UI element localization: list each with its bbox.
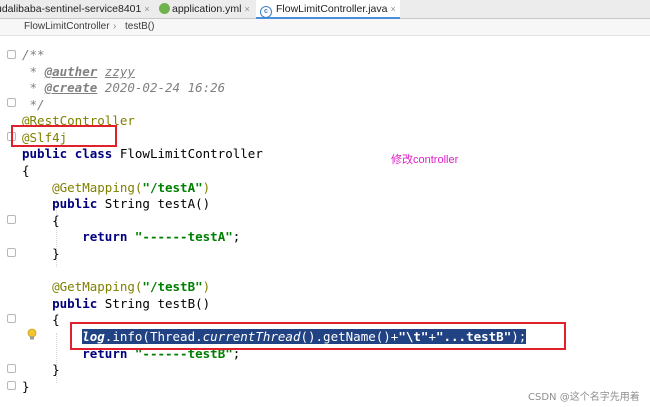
watermark: CSDN @这个名字先用着 — [528, 392, 640, 403]
editor-tab-bar: udalibaba-sentinel-service8401 × applicat… — [0, 0, 650, 19]
code-line: { — [22, 163, 30, 178]
tab-label: FlowLimitController.java — [276, 3, 388, 15]
code-line: } — [52, 246, 60, 261]
java-class-icon: c — [260, 6, 272, 18]
code-line: @GetMapping("/testB") — [52, 279, 211, 294]
close-icon[interactable]: × — [244, 4, 249, 14]
slf4j-highlight-box — [11, 125, 117, 147]
yaml-file-icon — [159, 3, 170, 14]
close-icon[interactable]: × — [144, 4, 149, 14]
breadcrumb: FlowLimitController › testB() — [0, 19, 650, 36]
code-editor[interactable]: /** * @auther zzyy * @create 2020-02-24 … — [0, 36, 650, 407]
tab-label: udalibaba-sentinel-service8401 — [0, 3, 142, 15]
close-icon[interactable]: × — [390, 4, 395, 14]
ide-window: udalibaba-sentinel-service8401 × applicat… — [0, 0, 650, 407]
code-line: public class FlowLimitController — [22, 146, 263, 161]
code-line: } — [52, 362, 60, 377]
breadcrumb-separator: › — [113, 21, 117, 32]
annotation-note: 修改controller — [391, 154, 459, 166]
tab-flowlimitcontroller-java[interactable]: c FlowLimitController.java × — [256, 0, 400, 19]
code-line: */ — [22, 97, 45, 112]
code-line: { — [52, 213, 60, 228]
code-line: * @auther zzyy — [22, 64, 135, 79]
code-line: { — [52, 312, 60, 327]
tab-application-yml[interactable]: application.yml × — [159, 0, 250, 18]
code-line: * @create 2020-02-24 16:26 — [22, 80, 226, 95]
code-line: public String testA() — [52, 196, 211, 211]
code-line: @GetMapping("/testA") — [52, 180, 211, 195]
tab-label: application.yml — [172, 3, 242, 15]
code-line: /** — [22, 47, 45, 62]
code-line: } — [22, 379, 30, 394]
tab-sentinel-service[interactable]: udalibaba-sentinel-service8401 × — [0, 0, 150, 18]
code-line: return "------testA"; — [82, 229, 241, 244]
log-line-highlight-box — [70, 322, 566, 350]
breadcrumb-method[interactable]: testB() — [125, 19, 154, 35]
breadcrumb-class[interactable]: FlowLimitController — [24, 19, 110, 35]
code-line: public String testB() — [52, 296, 211, 311]
